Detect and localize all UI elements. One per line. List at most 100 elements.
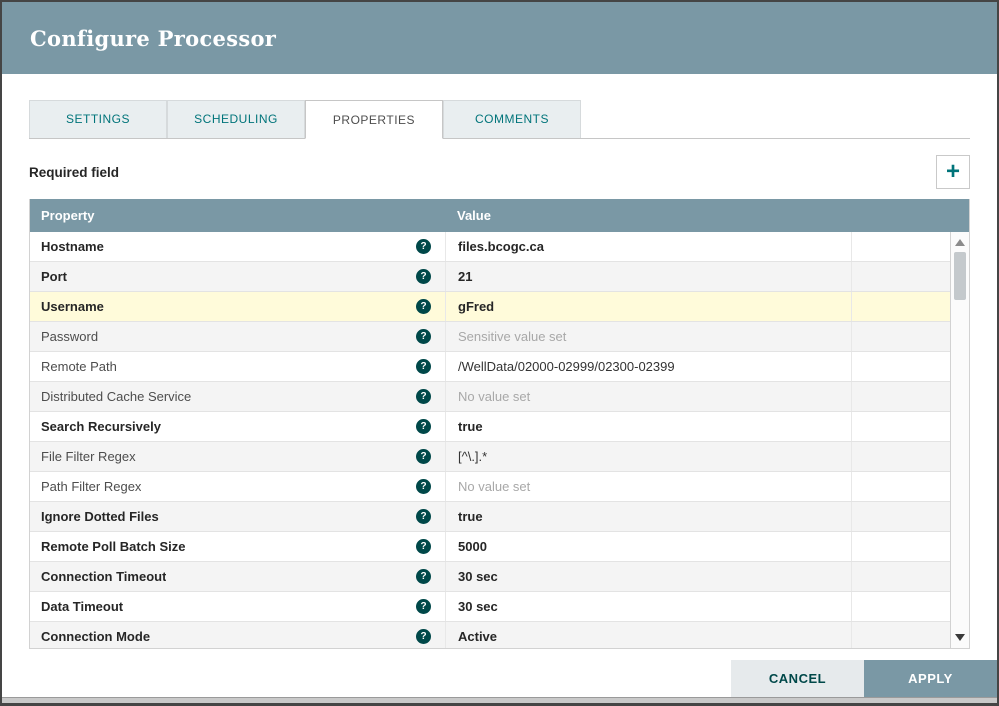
dialog-content: SETTINGS SCHEDULING PROPERTIES COMMENTS Req… [2,100,997,649]
row-extra-cell [851,562,950,591]
apply-button[interactable]: APPLY [864,660,997,697]
plus-icon: + [945,158,960,185]
row-extra-cell [851,262,950,291]
property-value-cell[interactable]: Sensitive value set [445,322,851,351]
property-name-cell: Connection Mode? [30,622,445,648]
row-extra-cell [851,592,950,621]
dialog-window: Configure Processor SETTINGS SCHEDULING PR… [2,2,997,698]
help-icon[interactable]: ? [416,629,431,644]
property-name-cell: Ignore Dotted Files? [30,502,445,531]
property-value-cell[interactable]: [^\.].* [445,442,851,471]
property-value-cell[interactable]: 5000 [445,532,851,561]
help-icon[interactable]: ? [416,539,431,554]
property-value-cell[interactable]: gFred [445,292,851,321]
help-icon[interactable]: ? [416,449,431,464]
row-extra-cell [851,382,950,411]
help-icon[interactable]: ? [416,599,431,614]
property-row: Search Recursively? true [30,412,950,442]
property-row: Password? Sensitive value set [30,322,950,352]
property-value-cell[interactable]: /WellData/02000-02999/02300-02399 [445,352,851,381]
property-row: Data Timeout? 30 sec [30,592,950,622]
help-icon[interactable]: ? [416,359,431,374]
property-value-cell[interactable]: Active [445,622,851,648]
property-name: Connection Timeout [41,569,167,584]
property-name: Data Timeout [41,599,124,614]
property-name: Remote Poll Batch Size [41,539,186,554]
properties-table-body: Hostname? files.bcogc.ca Port? 21 Username? g… [30,232,950,648]
help-icon[interactable]: ? [416,239,431,254]
property-name-cell: Port? [30,262,445,291]
row-extra-cell [851,412,950,441]
properties-table: Property Value Hostname? files.bcogc.ca Po… [29,199,970,649]
property-row: Ignore Dotted Files? true [30,502,950,532]
property-name: Port [41,269,67,284]
property-name-cell: Remote Path? [30,352,445,381]
row-extra-cell [851,442,950,471]
scrollbar-thumb[interactable] [954,252,966,300]
row-extra-cell [851,472,950,501]
property-name: Hostname [41,239,104,254]
property-name-cell: Path Filter Regex? [30,472,445,501]
row-extra-cell [851,502,950,531]
tab-scheduling[interactable]: SCHEDULING [167,100,305,138]
property-row: Hostname? files.bcogc.ca [30,232,950,262]
help-icon[interactable]: ? [416,269,431,284]
row-extra-cell [851,352,950,381]
property-row: Remote Poll Batch Size? 5000 [30,532,950,562]
property-name: Ignore Dotted Files [41,509,159,524]
property-name-cell: Search Recursively? [30,412,445,441]
table-scrollbar[interactable] [950,232,969,648]
property-name-cell: File Filter Regex? [30,442,445,471]
help-icon[interactable]: ? [416,509,431,524]
property-row: Port? 21 [30,262,950,292]
row-extra-cell [851,292,950,321]
property-value-cell[interactable]: No value set [445,382,851,411]
cancel-button[interactable]: CANCEL [731,660,864,697]
tab-properties[interactable]: PROPERTIES [305,100,443,139]
scroll-up-icon[interactable] [955,239,965,246]
help-icon[interactable]: ? [416,299,431,314]
configure-processor-dialog: Configure Processor SETTINGS SCHEDULING PR… [0,0,999,706]
property-value-cell[interactable]: No value set [445,472,851,501]
tab-comments[interactable]: COMMENTS [443,100,581,138]
table-header: Property Value [30,199,969,232]
property-name-cell: Username? [30,292,445,321]
property-name-cell: Connection Timeout? [30,562,445,591]
property-row: Connection Mode? Active [30,622,950,648]
property-value-cell[interactable]: true [445,502,851,531]
help-icon[interactable]: ? [416,569,431,584]
property-row: Distributed Cache Service? No value set [30,382,950,412]
property-value-cell[interactable]: files.bcogc.ca [445,232,851,261]
property-row: File Filter Regex? [^\.].* [30,442,950,472]
property-name: Search Recursively [41,419,161,434]
property-name: File Filter Regex [41,449,136,464]
property-name-cell: Data Timeout? [30,592,445,621]
help-icon[interactable]: ? [416,419,431,434]
property-row: Username? gFred [30,292,950,322]
property-name: Username [41,299,104,314]
property-name-cell: Password? [30,322,445,351]
tab-settings[interactable]: SETTINGS [29,100,167,138]
property-value-cell[interactable]: true [445,412,851,441]
help-icon[interactable]: ? [416,479,431,494]
scroll-down-icon[interactable] [955,634,965,641]
row-extra-cell [851,322,950,351]
dialog-footer: CANCEL APPLY [731,660,997,697]
column-header-property: Property [41,208,95,223]
property-value-cell[interactable]: 21 [445,262,851,291]
help-icon[interactable]: ? [416,329,431,344]
property-row: Remote Path?/WellData/02000-02999/02300-… [30,352,950,382]
property-name: Path Filter Regex [41,479,142,494]
property-name: Remote Path [41,359,117,374]
property-row: Path Filter Regex? No value set [30,472,950,502]
help-icon[interactable]: ? [416,389,431,404]
dialog-header: Configure Processor [2,2,997,74]
property-value-cell[interactable]: 30 sec [445,562,851,591]
dialog-title: Configure Processor [30,25,277,51]
required-field-row: Required field + [29,155,970,189]
row-extra-cell [851,532,950,561]
property-value-cell[interactable]: 30 sec [445,592,851,621]
required-field-label: Required field [29,164,120,180]
add-property-button[interactable]: + [936,155,970,189]
property-name: Connection Mode [41,629,151,644]
